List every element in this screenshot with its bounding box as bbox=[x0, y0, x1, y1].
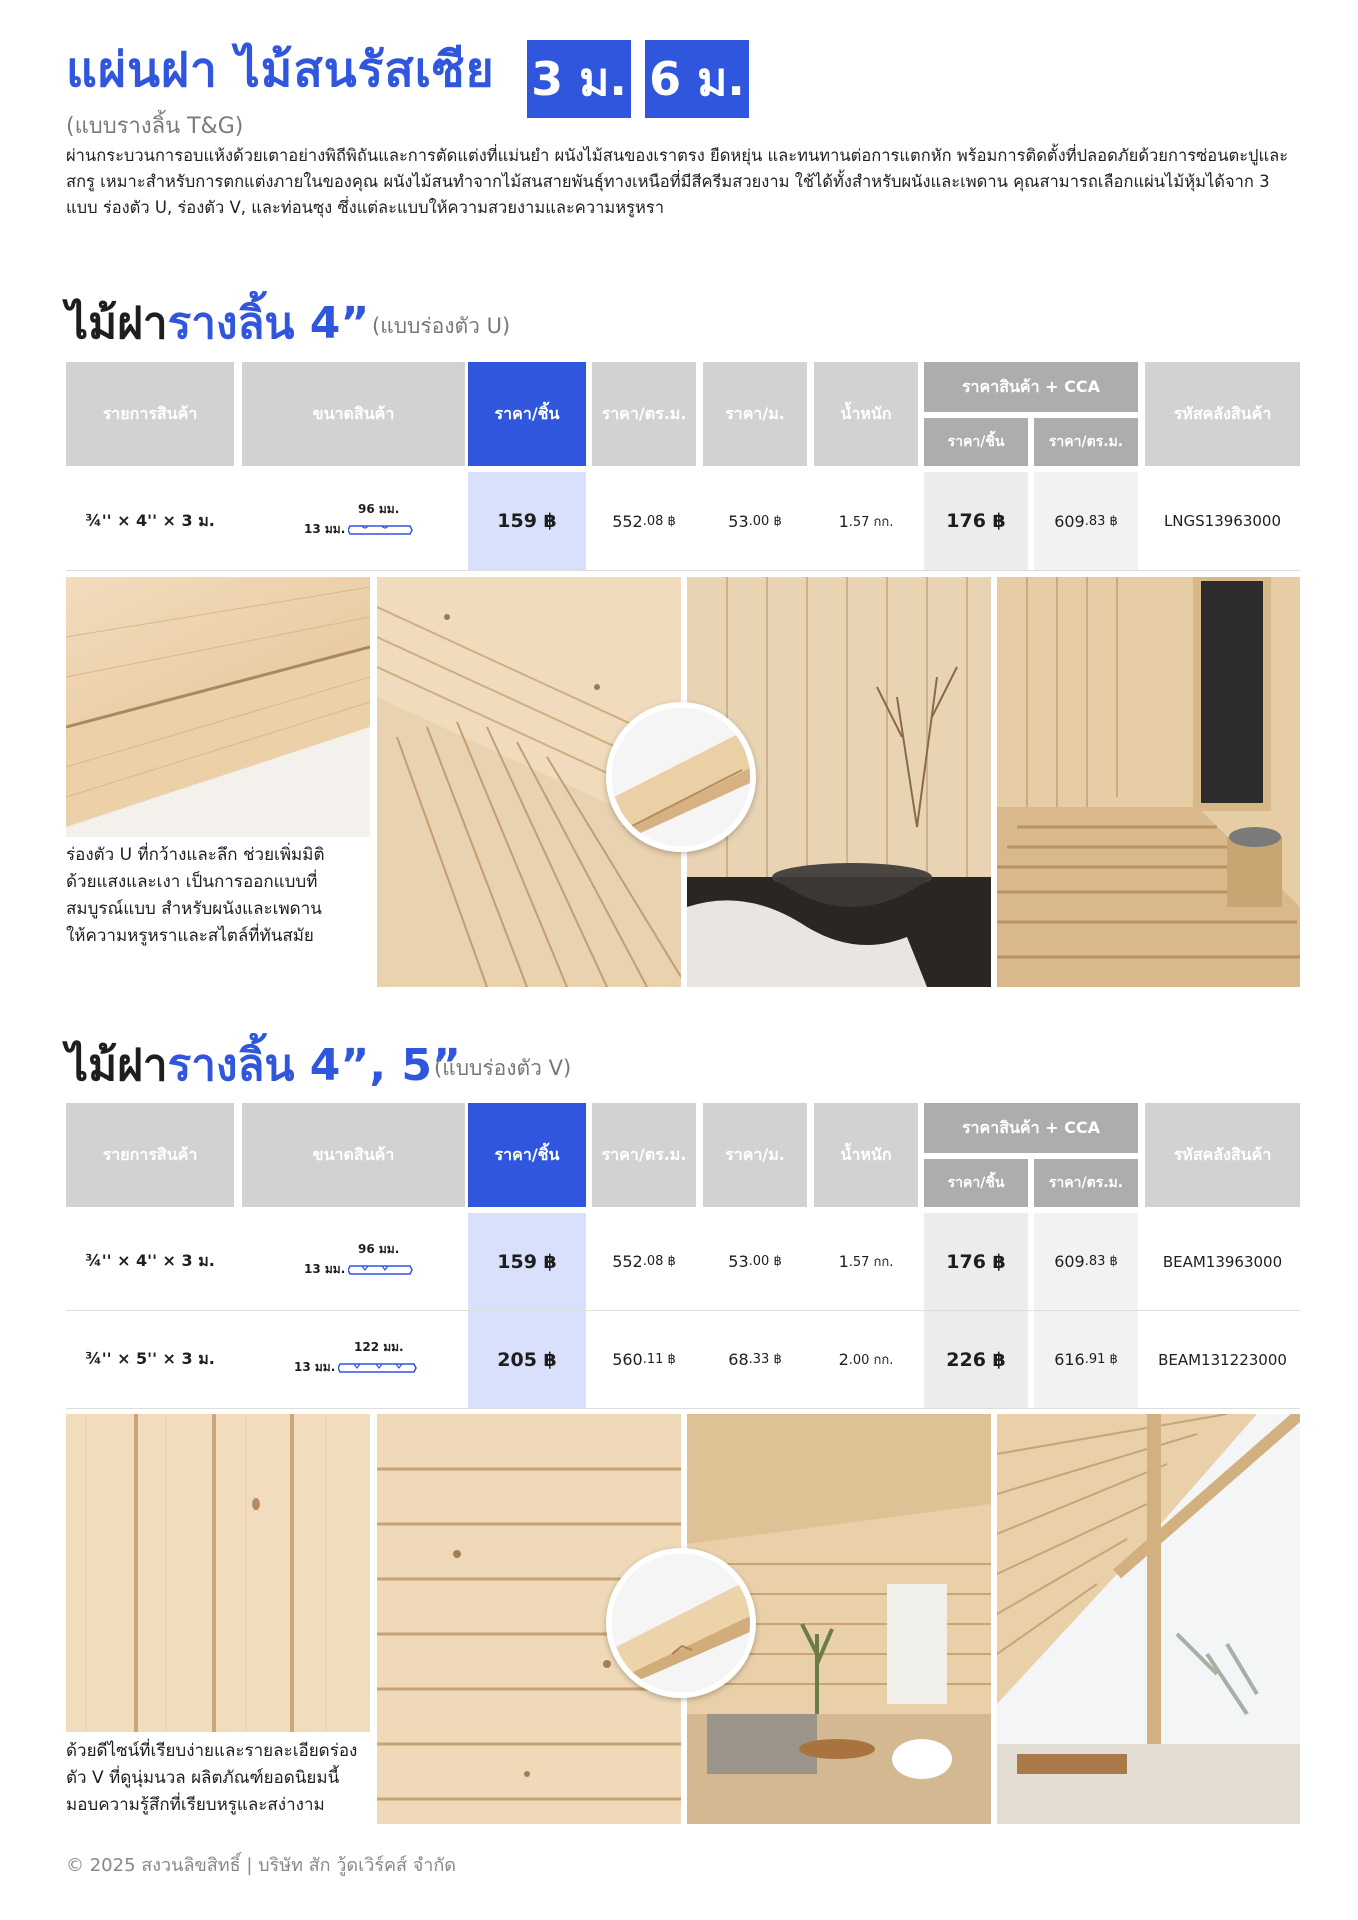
u-groove-closeup-photo bbox=[66, 577, 370, 837]
row-price-m: 68.33 ฿ bbox=[728, 1350, 782, 1369]
section-v-subtitle: (แบบร่องตัว V) bbox=[434, 1056, 572, 1080]
th-weight: น้ำหนัก bbox=[814, 362, 918, 466]
row-sku: LNGS13963000 bbox=[1163, 512, 1282, 530]
th-price-sqm: ราคา/ตร.ม. bbox=[592, 1103, 696, 1207]
th-sku: รหัสคลังสินค้า bbox=[1145, 1103, 1300, 1207]
profile-diagram: 96 มม. 13 มม. bbox=[300, 500, 440, 540]
v-groove-profile-icon bbox=[348, 1265, 413, 1275]
row-weight: 2.00 กก. bbox=[838, 1350, 894, 1369]
section-v-caption: ด้วยดีไซน์ที่เรียบง่ายและรายละเอียดร่องต… bbox=[66, 1741, 358, 1815]
a-frame-interior-photo bbox=[997, 1414, 1300, 1824]
th-cca-piece: ราคา/ชิ้น bbox=[924, 1159, 1028, 1207]
footer-copyright: © 2025 สงวนลิขสิทธิ์ | บริษัท สัก วู้ดเว… bbox=[66, 1855, 456, 1876]
th-cca-sqm: ราคา/ตร.ม. bbox=[1034, 1159, 1138, 1207]
section-v-title-accent: รางลิ้น 4”, 5” bbox=[167, 1040, 461, 1091]
row-sku: BEAM13963000 bbox=[1162, 1252, 1283, 1271]
row-price-m: 53.00 ฿ bbox=[728, 511, 782, 531]
sauna-interior-photo bbox=[997, 577, 1300, 987]
th-price-piece: ราคา/ชิ้น bbox=[468, 362, 586, 466]
v-groove-profile-circle bbox=[606, 1548, 756, 1698]
row-price-piece: 159 ฿ bbox=[468, 472, 586, 570]
section-u-title: ไม้ฝารางลิ้น 4” bbox=[66, 288, 369, 358]
th-cca-group: ราคาสินค้า + CCA bbox=[924, 1103, 1138, 1153]
v-groove-boards-photo bbox=[66, 1414, 370, 1732]
row-item: ¾'' × 4'' × 3 ม. bbox=[85, 510, 215, 530]
u-groove-profile-icon bbox=[348, 525, 413, 535]
row-cca-sqm: 609.83 ฿ bbox=[1034, 472, 1138, 570]
th-size: ขนาดสินค้า bbox=[242, 1103, 465, 1207]
section-u-subtitle: (แบบร่องตัว U) bbox=[372, 314, 511, 338]
profile-thickness-label: 13 มม. bbox=[304, 522, 346, 536]
row-sku: BEAM131223000 bbox=[1158, 1350, 1287, 1369]
v-groove-profile-icon bbox=[338, 1363, 417, 1373]
th-weight: น้ำหนัก bbox=[814, 1103, 918, 1207]
section-v-title: ไม้ฝารางลิ้น 4”, 5” bbox=[66, 1030, 461, 1100]
th-price-piece: ราคา/ชิ้น bbox=[468, 1103, 586, 1207]
profile-diagram: 96 มม. 13 มม. bbox=[300, 1240, 440, 1280]
row-weight: 1.57 กก. bbox=[838, 511, 894, 531]
th-price-m: ราคา/ม. bbox=[703, 1103, 807, 1207]
row-cca-piece: 226 ฿ bbox=[924, 1311, 1028, 1408]
row-price-sqm: 552.08 ฿ bbox=[612, 511, 676, 531]
row-divider bbox=[66, 1408, 1300, 1409]
row-cca-piece: 176 ฿ bbox=[924, 472, 1028, 570]
th-cca-group: ราคาสินค้า + CCA bbox=[924, 362, 1138, 412]
page-title: แผ่นฝา ไม้สนรัสเซีย bbox=[66, 42, 495, 98]
page-subtitle: (แบบรางลิ้น T&G) bbox=[66, 114, 244, 139]
row-divider bbox=[66, 570, 1300, 571]
section-v-title-plain: ไม้ฝา bbox=[66, 1040, 168, 1091]
profile-diagram: 122 มม. 13 มม. bbox=[292, 1338, 442, 1378]
profile-thickness-label: 13 มม. bbox=[304, 1262, 346, 1276]
intro-paragraph: ผ่านกระบวนการอบแห้งด้วยเตาอย่างพิถีพิถัน… bbox=[66, 146, 1289, 217]
profile-width-label: 96 มม. bbox=[358, 1242, 400, 1256]
u-groove-profile-circle bbox=[606, 702, 756, 852]
row-price-piece: 159 ฿ bbox=[468, 1213, 586, 1310]
row-item: ¾'' × 4'' × 3 ม. bbox=[85, 1251, 215, 1270]
th-item: รายการสินค้า bbox=[66, 1103, 234, 1207]
th-price-sqm: ราคา/ตร.ม. bbox=[592, 362, 696, 466]
row-cca-sqm: 609.83 ฿ bbox=[1034, 1213, 1138, 1310]
row-price-sqm: 552.08 ฿ bbox=[612, 1252, 676, 1271]
profile-width-label: 96 มม. bbox=[358, 502, 400, 516]
row-price-piece: 205 ฿ bbox=[468, 1311, 586, 1408]
th-cca-piece: ราคา/ชิ้น bbox=[924, 418, 1028, 466]
row-price-sqm: 560.11 ฿ bbox=[612, 1350, 676, 1369]
profile-thickness-label: 13 มม. bbox=[294, 1360, 336, 1374]
row-weight: 1.57 กก. bbox=[838, 1252, 894, 1271]
length-badge-6m: 6 ม. bbox=[645, 40, 749, 118]
section-u-caption: ร่องตัว U ที่กว้างและลึก ช่วยเพิ่มมิติด้… bbox=[66, 845, 325, 946]
th-cca-sqm: ราคา/ตร.ม. bbox=[1034, 418, 1138, 466]
th-size: ขนาดสินค้า bbox=[242, 362, 465, 466]
row-item: ¾'' × 5'' × 3 ม. bbox=[85, 1349, 215, 1368]
row-cca-sqm: 616.91 ฿ bbox=[1034, 1311, 1138, 1408]
row-cca-piece: 176 ฿ bbox=[924, 1213, 1028, 1310]
section-u-title-accent: รางลิ้น 4” bbox=[167, 298, 370, 349]
th-sku: รหัสคลังสินค้า bbox=[1145, 362, 1300, 466]
length-badge-3m: 3 ม. bbox=[527, 40, 631, 118]
section-u-title-plain: ไม้ฝา bbox=[66, 298, 168, 349]
profile-width-label: 122 มม. bbox=[354, 1340, 404, 1354]
row-price-m: 53.00 ฿ bbox=[728, 1252, 782, 1271]
th-price-m: ราคา/ม. bbox=[703, 362, 807, 466]
th-item: รายการสินค้า bbox=[66, 362, 234, 466]
